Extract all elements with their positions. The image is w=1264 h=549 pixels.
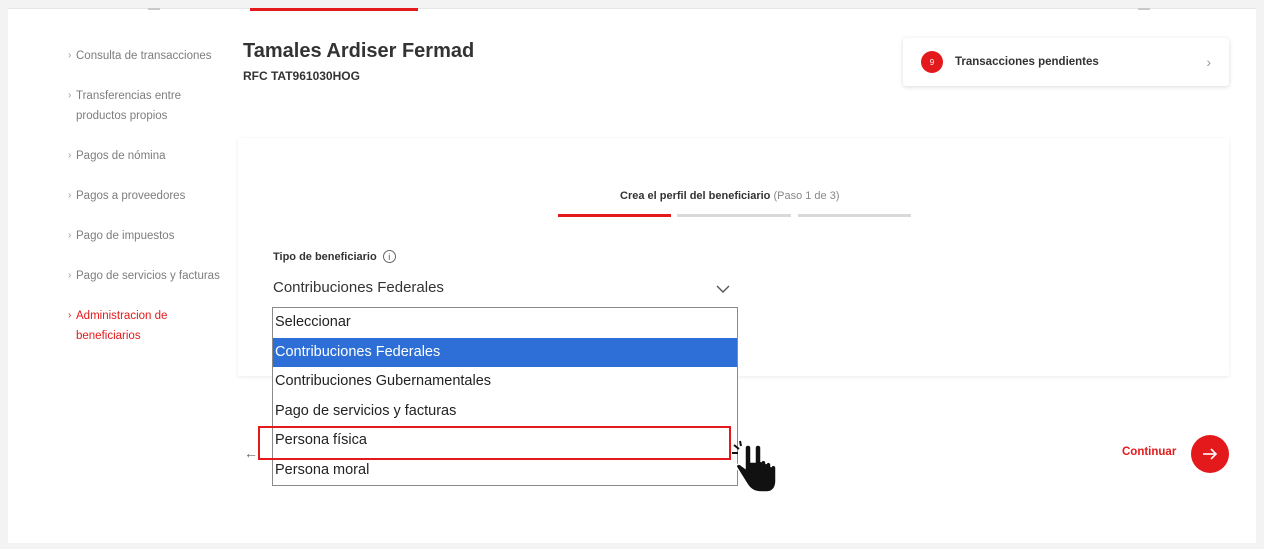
pending-label: Transacciones pendientes [955,56,1099,68]
sidebar-item-impuestos[interactable]: › Pago de impuestos [68,226,238,246]
chevron-down-icon[interactable] [716,282,730,296]
arrow-right-icon [1203,448,1218,460]
sidebar-item-label: Pagos de nómina [76,150,166,162]
chevron-right-icon: › [68,50,72,61]
top-tick [148,8,160,10]
sidebar-item-label: Pagos a proveedores [76,190,186,202]
back-arrow-icon[interactable]: ← [244,445,258,461]
hand-cursor-icon [732,440,777,493]
chevron-right-icon: › [68,230,72,241]
chevron-right-icon: › [68,190,72,201]
continue-label[interactable]: Continuar [1122,446,1176,458]
beneficiary-type-select[interactable]: Contribuciones Federales [273,279,444,296]
dropdown-option[interactable]: Contribuciones Gubernamentales [273,367,737,397]
sidebar-item-label: Transferencias entre productos propios [76,90,182,122]
sidebar-item-transferencias[interactable]: › Transferencias entre productos propios [68,86,238,126]
chevron-right-icon: › [68,90,72,101]
beneficiary-type-label: Tipo de beneficiario [273,250,377,263]
dropdown-option-selected[interactable]: Contribuciones Federales [273,337,737,367]
top-tick [1138,8,1150,10]
chevron-right-icon: › [1206,54,1211,70]
highlight-box [258,426,731,460]
sidebar-item-label: Administracion de beneficiarios [76,310,168,342]
info-icon[interactable]: i [382,250,396,263]
sidebar-item-label: Consulta de transacciones [76,50,212,62]
chevron-right-icon: › [68,310,72,321]
chevron-right-icon: › [68,270,72,281]
page: › Consulta de transacciones › Transferen… [8,8,1256,543]
sidebar-item-beneficiarios[interactable]: › Administracion de beneficiarios [68,306,238,346]
pending-count-badge: 9 [921,51,943,73]
step-title-text: Crea el perfil del beneficiario [620,190,771,202]
sidebar-item-consulta[interactable]: › Consulta de transacciones [68,46,238,66]
step-progress-1 [558,214,671,217]
sidebar: › Consulta de transacciones › Transferen… [68,46,238,346]
top-divider [8,8,1256,9]
rfc-label: RFC TAT961030HOG [243,69,360,83]
sidebar-item-nomina[interactable]: › Pagos de nómina [68,146,238,166]
step-subtitle: (Paso 1 de 3) [773,190,840,202]
sidebar-item-label: Pago de impuestos [76,230,175,242]
page-title: Tamales Ardiser Fermad [243,40,475,62]
sidebar-item-proveedores[interactable]: › Pagos a proveedores [68,186,238,206]
continue-button[interactable] [1191,435,1229,473]
step-title: Crea el perfil del beneficiario (Paso 1 … [620,190,840,202]
step-progress-3 [798,214,911,217]
field-label: Tipo de beneficiario i [273,250,396,263]
sidebar-item-servicios[interactable]: › Pago de servicios y facturas [68,266,238,286]
active-tab-indicator [250,8,418,11]
sidebar-item-label: Pago de servicios y facturas [76,270,220,282]
chevron-right-icon: › [68,150,72,161]
dropdown-option[interactable]: Pago de servicios y facturas [273,397,737,427]
step-progress-2 [677,214,791,217]
dropdown-option[interactable]: Seleccionar [273,308,737,338]
pending-transactions-card[interactable]: 9 Transacciones pendientes › [903,38,1229,86]
